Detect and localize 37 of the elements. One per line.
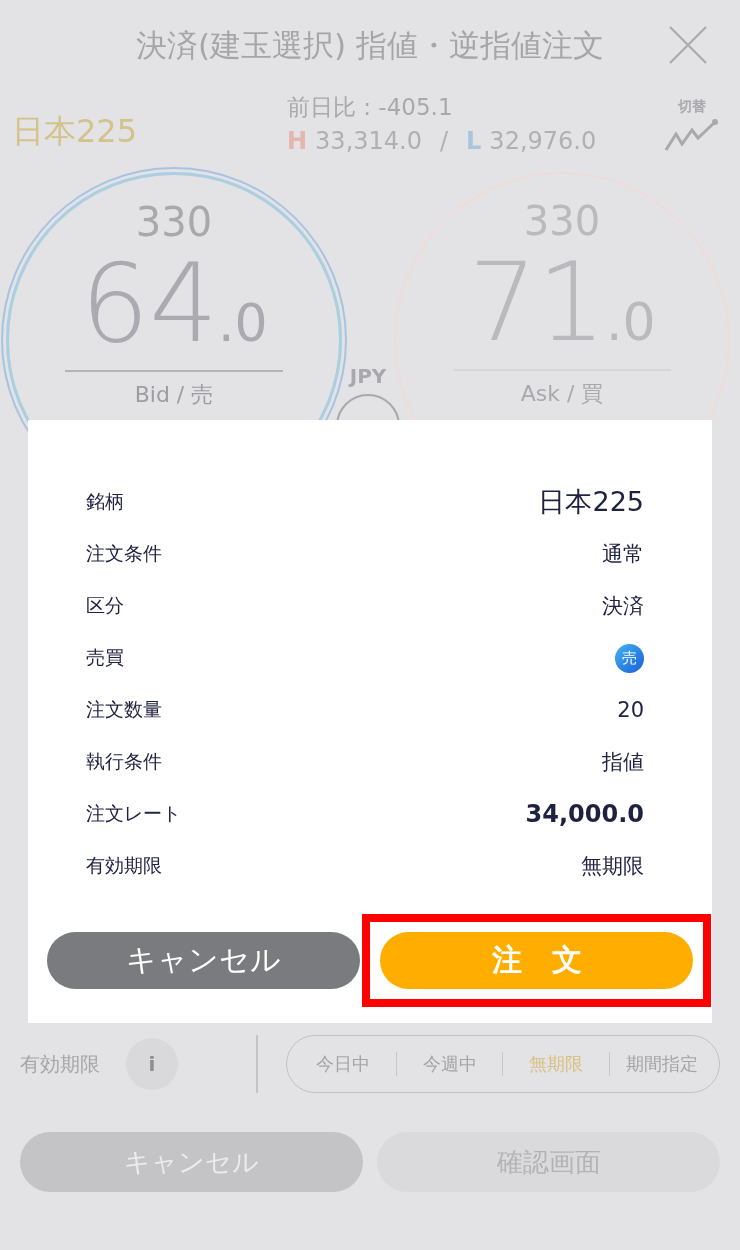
field-label: 注文数量	[86, 697, 162, 722]
price-decimal: .0	[217, 293, 268, 353]
field-label: 有効期限	[86, 853, 162, 878]
field-label: 区分	[86, 593, 124, 618]
field-value: 指値	[602, 749, 644, 776]
field-label: 執行条件	[86, 749, 162, 774]
cancel-button[interactable]: キャンセル	[47, 932, 360, 989]
high-label: H	[287, 127, 308, 155]
chart-icon[interactable]	[664, 118, 720, 152]
field-label: 注文レート	[86, 801, 181, 826]
side-label: Ask / 買	[520, 379, 604, 408]
currency-label: JPY	[349, 364, 387, 388]
change-text: 前日比 : -405.1	[287, 93, 454, 122]
expiry-label: 有効期限	[20, 1050, 101, 1078]
symbol-name: 日本225	[12, 111, 139, 152]
field-value: 20	[617, 698, 644, 722]
expiry-option[interactable]: 期間指定	[608, 1052, 715, 1076]
low-label: L	[466, 127, 482, 155]
price-digits: 64	[80, 245, 218, 364]
switch-label: 切替	[678, 98, 706, 116]
order-button[interactable]: 注 文	[380, 932, 693, 989]
field-value: 通常	[602, 541, 644, 568]
field-label: 注文条件	[86, 541, 162, 566]
price-prefix: 330	[135, 199, 213, 245]
screen-title: 決済(建玉選択) 指値・逆指値注文	[135, 26, 604, 65]
info-button[interactable]: i	[126, 1038, 178, 1090]
field-value: 34,000.0	[525, 800, 644, 828]
side-label: Bid / 売	[134, 380, 214, 409]
field-value: 無期限	[581, 853, 644, 880]
expiry-option[interactable]: 今週中	[395, 1052, 503, 1076]
close-icon[interactable]	[668, 25, 708, 65]
expiry-option[interactable]: 無期限	[502, 1052, 609, 1076]
field-value: 決済	[602, 593, 644, 620]
expiry-option[interactable]: 今日中	[290, 1052, 396, 1076]
field-label: 売買	[86, 645, 124, 670]
separator-text: /	[439, 127, 449, 155]
sell-badge: 売	[615, 643, 644, 673]
